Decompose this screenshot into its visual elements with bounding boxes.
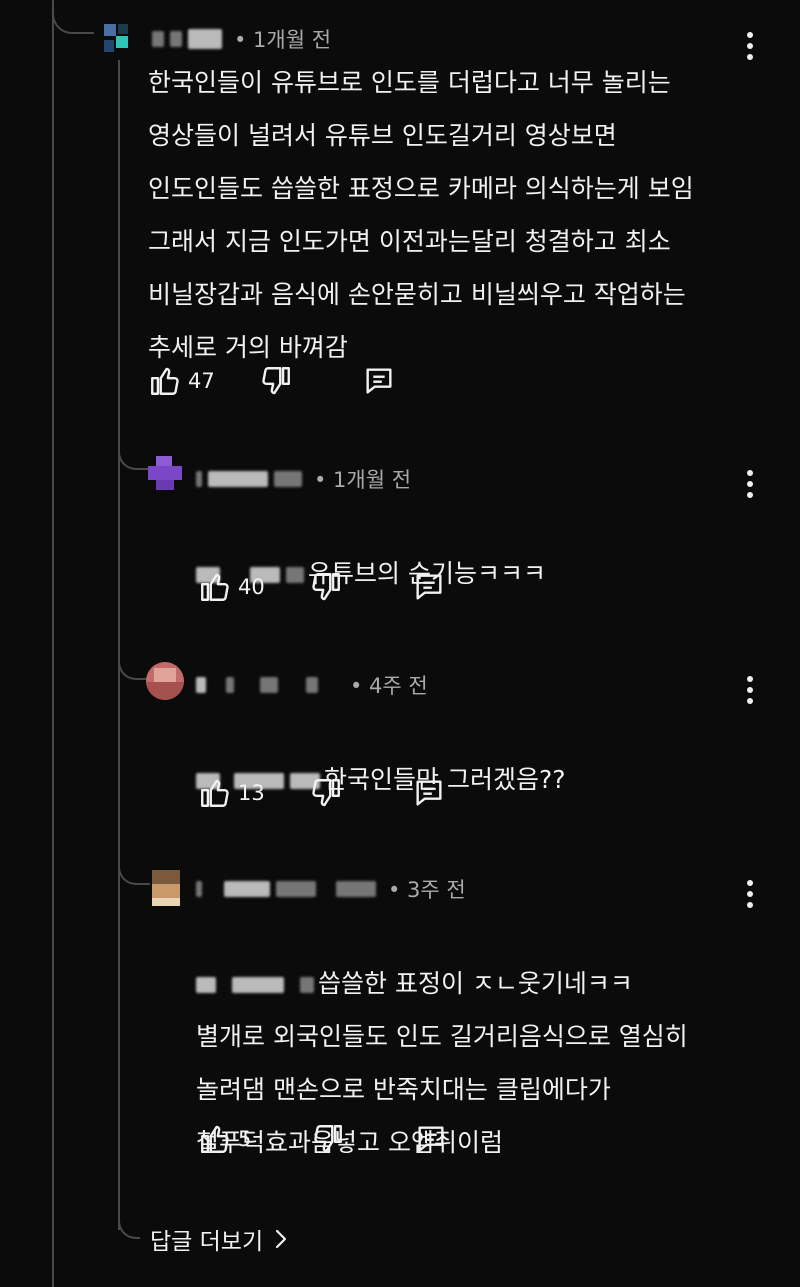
- reply-button[interactable]: [413, 1122, 449, 1156]
- reply-time: • 4주 전: [350, 674, 428, 698]
- username-blurred[interactable]: [152, 29, 222, 49]
- dislike-button[interactable]: [309, 776, 343, 810]
- thumbs-down-icon: [312, 779, 340, 807]
- reply-comment-icon: [416, 780, 442, 806]
- comment-text: 한국인들이 유튜브로 인도를 더럽다고 너무 놀리는 영상들이 널려서 유튜브 …: [148, 68, 694, 362]
- like-count: 13: [238, 781, 265, 805]
- username-blurred[interactable]: [196, 881, 376, 897]
- reply-avatar[interactable]: [146, 454, 184, 492]
- reply-button[interactable]: [361, 364, 397, 398]
- reply-meta: • 1개월 전: [196, 464, 411, 494]
- chevron-right-icon: [276, 1229, 287, 1249]
- avatar-pixel-image: [148, 456, 182, 490]
- reply-meta: • 4주 전: [196, 670, 428, 700]
- thumbs-down-icon: [314, 1125, 343, 1153]
- more-replies-connector: [118, 1205, 140, 1239]
- reply-comment-icon: [416, 574, 442, 600]
- thread-line-top: [52, 0, 54, 1287]
- username-blurred[interactable]: [196, 677, 318, 693]
- reply-actions: 40: [198, 570, 447, 604]
- reply-comment-icon: [418, 1126, 444, 1152]
- more-replies-button[interactable]: 답글 더보기: [150, 1222, 289, 1256]
- thumbs-up-icon: [151, 367, 179, 395]
- reply-actions: 5: [198, 1122, 449, 1156]
- avatar-pixel-image: [152, 870, 180, 906]
- reply-avatar[interactable]: [146, 662, 184, 700]
- avatar-pixel-image: [146, 662, 184, 700]
- reply-actions: 13: [198, 776, 447, 810]
- username-blurred[interactable]: [196, 471, 302, 487]
- thumbs-up-icon: [201, 1125, 229, 1153]
- dislike-button[interactable]: [259, 364, 293, 398]
- thumbs-down-icon: [312, 573, 340, 601]
- thumbs-up-icon: [201, 779, 229, 807]
- thread-connector-top: [52, 0, 94, 34]
- comment-meta: • 1개월 전: [152, 24, 331, 54]
- avatar[interactable]: [100, 20, 134, 56]
- reply-button[interactable]: [411, 776, 447, 810]
- reply-avatar[interactable]: [146, 868, 184, 906]
- thumbs-up-icon: [201, 573, 229, 601]
- reply-time: • 1개월 전: [314, 468, 412, 492]
- avatar-pixel-image: [100, 20, 134, 56]
- like-count: 5: [238, 1127, 252, 1151]
- comment-time: • 1개월 전: [234, 28, 332, 52]
- reply-text-first-line: 씁쓸한 표정이 ㅈㄴ웃기네ㅋㅋ: [318, 969, 633, 998]
- more-options-icon[interactable]: [738, 672, 762, 708]
- like-button[interactable]: 47: [148, 364, 215, 398]
- like-button[interactable]: 5: [198, 1122, 251, 1156]
- reply-button[interactable]: [411, 570, 447, 604]
- thumbs-down-icon: [262, 367, 290, 395]
- more-options-icon[interactable]: [738, 466, 762, 502]
- comment-actions: 47: [148, 364, 397, 398]
- dislike-button[interactable]: [311, 1122, 345, 1156]
- reply-meta: • 3주 전: [196, 874, 466, 904]
- reply-comment-icon: [366, 368, 392, 394]
- mention-blurred[interactable]: [196, 977, 314, 993]
- more-replies-label: 답글 더보기: [150, 1229, 264, 1255]
- reply-text: 씁쓸한 표정이 ㅈㄴ웃기네ㅋㅋ 별개로 외국인들도 인도 길거리음식으로 열심히…: [196, 904, 756, 1222]
- dislike-button[interactable]: [309, 570, 343, 604]
- replies-thread-line: [118, 60, 120, 1230]
- like-button[interactable]: 13: [198, 776, 265, 810]
- reply-time: • 3주 전: [388, 878, 466, 902]
- like-count: 47: [188, 369, 215, 393]
- reply-connector-2: [118, 650, 150, 680]
- like-count: 40: [238, 575, 265, 599]
- like-button[interactable]: 40: [198, 570, 265, 604]
